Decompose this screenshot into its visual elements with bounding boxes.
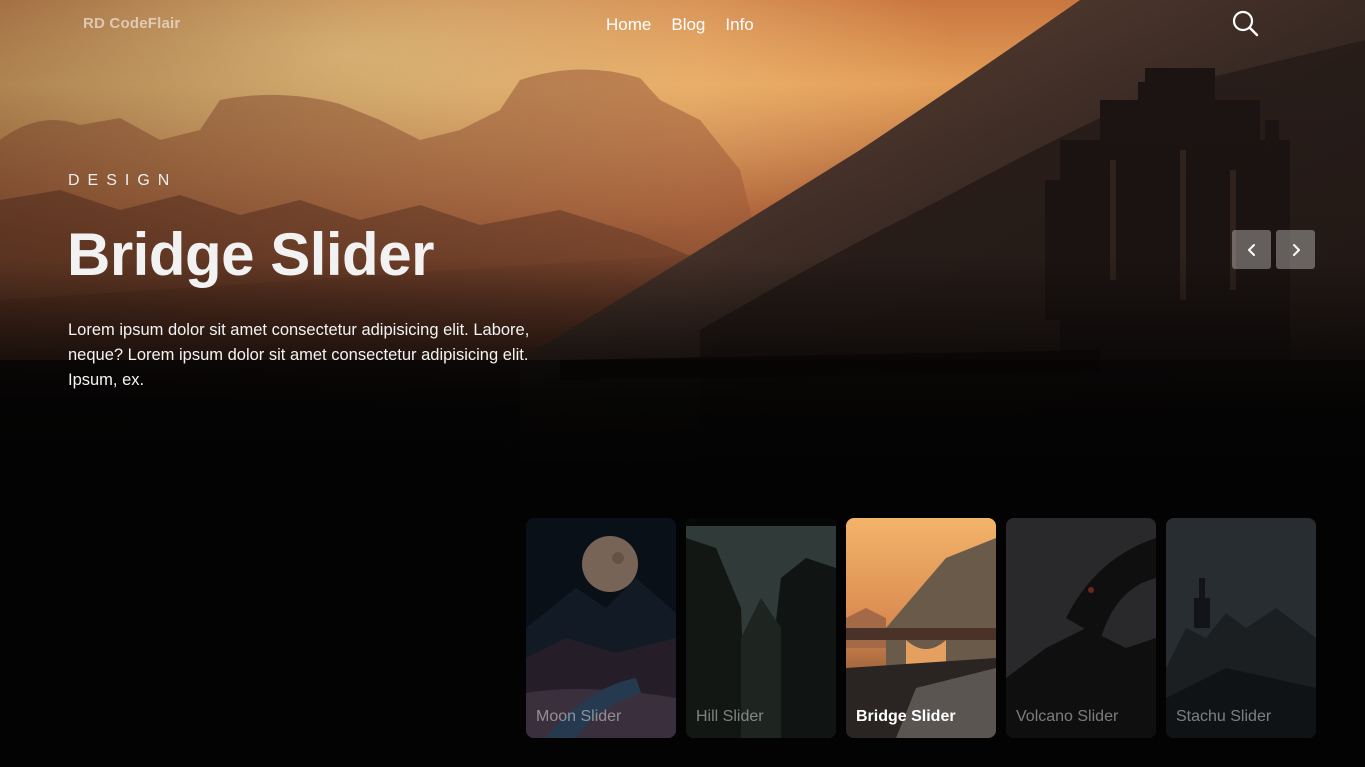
thumbnail-label: Moon Slider [536, 708, 622, 725]
chevron-left-icon [1247, 243, 1255, 256]
hero-title: Bridge Slider [67, 221, 434, 288]
search-button[interactable] [1230, 8, 1262, 40]
thumbnail-moon[interactable]: Moon Slider [526, 518, 676, 738]
nav-home[interactable]: Home [606, 15, 651, 35]
thumbnail-overlay [686, 518, 836, 738]
thumbnail-label: Bridge Slider [856, 708, 956, 725]
main-nav: Home Blog Info [606, 15, 754, 35]
hero-description: Lorem ipsum dolor sit amet consectetur a… [68, 321, 530, 389]
thumbnail-overlay [1006, 518, 1156, 738]
slider-page: RD CodeFlair Home Blog Info DESIGN Bridg… [0, 0, 1365, 767]
thumbnail-overlay [526, 518, 676, 738]
next-slide-button[interactable] [1276, 230, 1315, 269]
thumbnail-label: Volcano Slider [1016, 708, 1119, 725]
thumbnail-label: Hill Slider [696, 708, 764, 725]
search-icon [1232, 10, 1259, 37]
thumbnail-stachu[interactable]: Stachu Slider [1166, 518, 1316, 738]
thumbnail-list: Moon Slider Hill Slider Bridge Slider Vo… [526, 518, 1316, 738]
prev-slide-button[interactable] [1232, 230, 1271, 269]
brand-logo[interactable]: RD CodeFlair [83, 15, 180, 32]
thumbnail-overlay [846, 518, 996, 738]
chevron-right-icon [1292, 243, 1300, 256]
thumbnail-label: Stachu Slider [1176, 708, 1272, 725]
thumbnail-hill[interactable]: Hill Slider [686, 518, 836, 738]
thumbnail-volcano[interactable]: Volcano Slider [1006, 518, 1156, 738]
hero-category: DESIGN [68, 172, 178, 189]
thumbnail-bridge[interactable]: Bridge Slider [846, 518, 996, 738]
nav-blog[interactable]: Blog [671, 15, 705, 35]
nav-info[interactable]: Info [725, 15, 753, 35]
thumbnail-overlay [1166, 518, 1316, 738]
